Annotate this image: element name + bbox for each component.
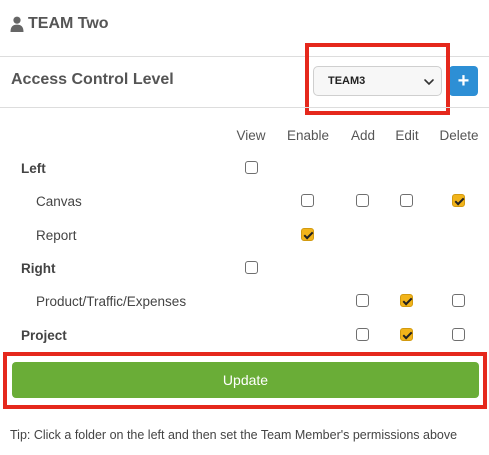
product-add-checkbox[interactable] — [356, 294, 369, 307]
team-name: TEAM Two — [28, 15, 109, 32]
canvas-delete-checkbox[interactable] — [452, 194, 465, 207]
panel-title: TEAM Two — [10, 12, 109, 36]
product-edit-checkbox[interactable] — [400, 294, 413, 307]
left-view-checkbox[interactable] — [245, 161, 258, 174]
canvas-add-checkbox[interactable] — [356, 194, 369, 207]
folder-right-label[interactable]: Right — [21, 261, 56, 276]
project-add-checkbox[interactable] — [356, 328, 369, 341]
tip-text: Tip: Click a folder on the left and then… — [10, 428, 458, 442]
canvas-enable-checkbox[interactable] — [301, 194, 314, 207]
folder-project-label[interactable]: Project — [21, 328, 67, 343]
right-view-checkbox[interactable] — [245, 261, 258, 274]
access-control-label: Access Control Level — [11, 71, 174, 88]
user-icon — [10, 16, 24, 32]
column-header-enable: Enable — [286, 128, 330, 143]
column-header-delete: Delete — [439, 128, 479, 143]
product-delete-checkbox[interactable] — [452, 294, 465, 307]
project-edit-checkbox[interactable] — [400, 328, 413, 341]
folder-product-traffic-expenses-label[interactable]: Product/Traffic/Expenses — [36, 294, 186, 309]
folder-report-label[interactable]: Report — [36, 228, 77, 243]
divider — [0, 107, 489, 108]
report-enable-checkbox[interactable] — [301, 228, 314, 241]
highlight-box-update — [3, 352, 487, 409]
column-header-edit: Edit — [395, 128, 419, 143]
column-header-view: View — [236, 128, 266, 143]
highlight-box-select — [305, 43, 450, 115]
project-delete-checkbox[interactable] — [452, 328, 465, 341]
folder-left-label[interactable]: Left — [21, 161, 46, 176]
add-team-button[interactable]: + — [449, 66, 478, 96]
canvas-edit-checkbox[interactable] — [400, 194, 413, 207]
folder-canvas-label[interactable]: Canvas — [36, 194, 82, 209]
